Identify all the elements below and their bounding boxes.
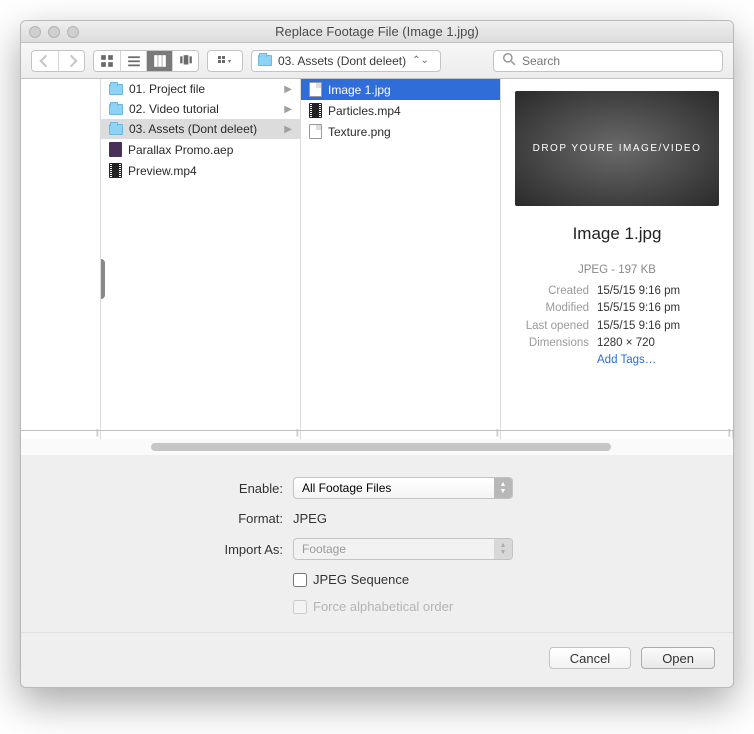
preview-type-size: JPEG - 197 KB [515,262,719,279]
minimize-icon[interactable] [48,26,60,38]
list-item[interactable]: 01. Project file▶ [101,79,300,99]
checkbox-input [293,600,307,614]
import-as-label: Import As: [41,542,293,557]
window-title: Replace Footage File (Image 1.jpg) [21,24,733,39]
dialog-footer: Cancel Open [21,632,733,687]
titlebar: Replace Footage File (Image 1.jpg) [21,21,733,43]
image-file-icon [309,124,322,139]
traffic-lights [29,26,79,38]
search-field[interactable] [493,50,723,72]
resize-handle[interactable] [101,431,301,439]
resize-handle[interactable] [301,431,501,439]
aep-file-icon [109,142,122,157]
resize-handle[interactable] [501,431,733,439]
resize-handle[interactable] [21,431,101,439]
folder-icon [109,124,123,135]
file-column: Image 1.jpg Particles.mp4 Texture.png [301,79,501,430]
folder-icon [109,84,123,95]
list-view-button[interactable] [120,51,146,71]
folder-column: 01. Project file▶ 02. Video tutorial▶ 03… [101,79,301,430]
back-button[interactable] [32,51,58,71]
list-item[interactable]: Image 1.jpg [301,79,500,100]
search-icon [502,52,516,69]
preview-metadata: JPEG - 197 KB Created15/5/15 9:16 pm Mod… [515,262,719,370]
grid-dropdown-icon [218,54,232,68]
preview-thumb-text: DROP YOURE IMAGE/VIDEO [533,143,702,154]
open-button[interactable]: Open [641,647,715,669]
format-value: JPEG [293,511,327,526]
video-file-icon [109,163,122,178]
list-item[interactable]: Parallax Promo.aep [101,139,300,160]
column-view-button[interactable] [146,51,172,71]
search-input[interactable] [522,54,714,68]
cancel-button[interactable]: Cancel [549,647,631,669]
close-icon[interactable] [29,26,41,38]
image-file-icon [309,82,322,97]
scroll-indicator[interactable] [101,259,105,299]
chevron-left-icon [38,54,52,68]
toolbar: 03. Assets (Dont deleet) ⌃⌄ [21,43,733,79]
path-label: 03. Assets (Dont deleet) [278,54,406,68]
video-file-icon [309,103,322,118]
preview-filename: Image 1.jpg [515,224,719,244]
file-browser: 01. Project file▶ 02. Video tutorial▶ 03… [21,79,733,431]
import-as-select[interactable]: Footage ▲▼ [293,538,513,560]
folder-icon [109,104,123,115]
horizontal-scrollbar[interactable] [21,439,733,455]
column-resize-handles [21,431,733,439]
select-arrows-icon: ▲▼ [494,478,512,498]
nav-back-forward [31,50,85,72]
sidebar-column [21,79,101,430]
chevron-right-icon: ▶ [284,124,292,135]
add-tags-link[interactable]: Add Tags… [597,352,656,369]
preview-thumbnail: DROP YOURE IMAGE/VIDEO [515,91,719,206]
list-item[interactable]: 02. Video tutorial▶ [101,99,300,119]
icon-view-button[interactable] [94,51,120,71]
coverflow-view-button[interactable] [172,51,198,71]
scrollbar-thumb[interactable] [151,443,611,451]
columns-icon [153,54,167,68]
list-item[interactable]: 03. Assets (Dont deleet)▶ [101,119,300,139]
enable-select[interactable]: All Footage Files ▲▼ [293,477,513,499]
format-label: Format: [41,511,293,526]
preview-column: DROP YOURE IMAGE/VIDEO Image 1.jpg JPEG … [501,79,733,430]
coverflow-icon [179,54,193,68]
arrange-button[interactable] [208,51,242,71]
import-options: Enable: All Footage Files ▲▼ Format: JPE… [21,455,733,632]
view-mode-segment [93,50,199,72]
list-icon [127,54,141,68]
list-item[interactable]: Texture.png [301,121,500,142]
list-item[interactable]: Particles.mp4 [301,100,500,121]
forward-button[interactable] [58,51,84,71]
chevron-right-icon: ▶ [284,84,292,95]
zoom-icon[interactable] [67,26,79,38]
dialog-window: Replace Footage File (Image 1.jpg) [20,20,734,688]
grid-icon [100,54,114,68]
arrange-segment [207,50,243,72]
force-alpha-checkbox: Force alphabetical order [293,599,453,614]
path-popup[interactable]: 03. Assets (Dont deleet) ⌃⌄ [251,50,441,72]
checkbox-input[interactable] [293,573,307,587]
jpeg-sequence-checkbox[interactable]: JPEG Sequence [293,572,409,587]
enable-label: Enable: [41,481,293,496]
list-item[interactable]: Preview.mp4 [101,160,300,181]
chevron-right-icon [65,54,79,68]
chevron-right-icon: ▶ [284,104,292,115]
select-arrows-icon: ▲▼ [494,539,512,559]
folder-icon [258,55,272,66]
chevron-updown-icon: ⌃⌄ [412,55,429,66]
